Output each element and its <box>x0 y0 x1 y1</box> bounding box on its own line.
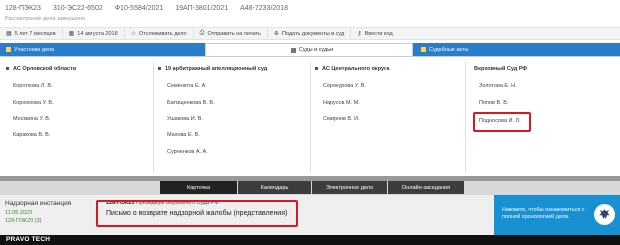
footer: PRAVO TECH <box>0 235 620 245</box>
enter-code-button[interactable]: ⚷ Ввести код <box>351 28 398 39</box>
case-number: 310-ЭС22-6502 <box>52 5 103 12</box>
case-status: Рассмотрение дела завершено <box>5 16 86 22</box>
case-numbers: 128-ПЭК23 310-ЭС22-6502 Ф10-5584/2021 19… <box>5 5 288 12</box>
instance-title: Надзорная инстанция <box>5 200 72 207</box>
bullet-icon <box>158 67 161 71</box>
court-name: АС Орловской области <box>6 66 76 72</box>
nav-card-button[interactable]: Карточка <box>160 181 237 194</box>
judge-name[interactable]: Золотова Е. Н. <box>479 83 517 89</box>
print-icon: ⎙ <box>199 30 205 36</box>
eagle-emblem-icon <box>594 204 615 225</box>
court-name: Верховный Суд РФ <box>474 66 528 72</box>
court-name: АС Центрального округа <box>315 66 389 72</box>
court-name: 19 арбитражный апелляционный суд <box>158 66 267 72</box>
judge-name[interactable]: Сурненков А. А. <box>167 149 208 155</box>
instance-date: 11.05.2023 <box>5 210 33 216</box>
judge-name[interactable]: Каракова В. В. <box>13 132 50 138</box>
judge-name[interactable]: Семенюта Е. А. <box>167 83 207 89</box>
date-item: ▦ 14 августа 2018 <box>63 28 125 39</box>
track-case-button[interactable]: ☆ Отслеживать дело <box>125 28 194 39</box>
column-divider <box>465 62 466 172</box>
case-header: 128-ПЭК23 310-ЭС22-6502 Ф10-5584/2021 19… <box>0 0 620 27</box>
highlight-box <box>96 200 298 227</box>
submit-documents-button[interactable]: ⊕ Подать документы в суд <box>268 28 352 39</box>
case-number: Ф10-5584/2021 <box>114 5 164 12</box>
pravo-tech-logo: PRAVO TECH <box>6 236 51 243</box>
judge-name[interactable]: Серокурова У. В. <box>323 83 366 89</box>
calendar-icon: ▦ <box>6 31 12 37</box>
calendar-icon: ▦ <box>68 31 75 37</box>
judge-name[interactable]: Нарусов М. М. <box>323 100 360 106</box>
acts-icon <box>421 47 426 52</box>
case-toolbar: ▦ 5 лет 7 месяцев ▦ 14 августа 2018 ☆ От… <box>0 27 620 40</box>
nav-online-hearings-button[interactable]: Онлайн-заседания <box>388 181 464 194</box>
print-button[interactable]: ⎙ Отправить на печать <box>194 28 268 39</box>
judge-name[interactable]: Корнюхова У. В. <box>13 100 54 106</box>
column-divider <box>153 62 154 172</box>
judge-name-highlighted[interactable]: Подносова И. Л. <box>479 118 521 124</box>
judge-name[interactable]: Батищенкова В. В. <box>167 100 215 106</box>
bullet-icon <box>6 67 9 71</box>
participants-icon <box>6 47 11 52</box>
case-number: А48-7233/2018 <box>240 5 288 12</box>
judge-name[interactable]: Попов В. В. <box>479 100 508 106</box>
column-divider <box>310 62 311 172</box>
chronology-cta[interactable]: Нажмите, чтобы ознакомиться с полной хро… <box>494 195 620 235</box>
bullet-icon <box>315 67 318 71</box>
nav-e-case-button[interactable]: Электронное дело <box>312 181 387 194</box>
courts-panel: АС Орловской области Короткова Л. В. Кор… <box>0 56 620 176</box>
plus-icon: ⊕ <box>273 31 279 37</box>
judge-name[interactable]: Смирнов В. И. <box>323 116 360 122</box>
case-number: 19АП-3801/2021 <box>175 5 229 12</box>
case-number-primary: 128-ПЭК23 <box>5 5 41 12</box>
tab-acts[interactable]: Судебные акты <box>413 43 620 56</box>
key-icon: ⚷ <box>357 31 362 37</box>
judge-name[interactable]: Махова Е. В. <box>167 132 200 138</box>
judge-name[interactable]: Короткова Л. В. <box>13 83 53 89</box>
duration-item: ▦ 5 лет 7 месяцев <box>0 28 63 39</box>
judge-name[interactable]: Ушакова И. В. <box>167 116 203 122</box>
courts-icon <box>290 47 296 53</box>
instance-number[interactable]: 128-ПЭК23 (3) <box>5 218 42 224</box>
tab-participants[interactable]: Участники дела <box>0 43 205 56</box>
cta-text: Нажмите, чтобы ознакомиться с полной хро… <box>502 207 585 221</box>
tab-courts[interactable]: Суды и судьи <box>205 43 413 56</box>
case-tabs: Участники дела Суды и судьи Судебные акт… <box>0 43 620 56</box>
nav-calendar-button[interactable]: Календарь <box>238 181 311 194</box>
judge-name[interactable]: Москвина У. В. <box>13 116 51 122</box>
star-icon: ☆ <box>130 31 137 37</box>
